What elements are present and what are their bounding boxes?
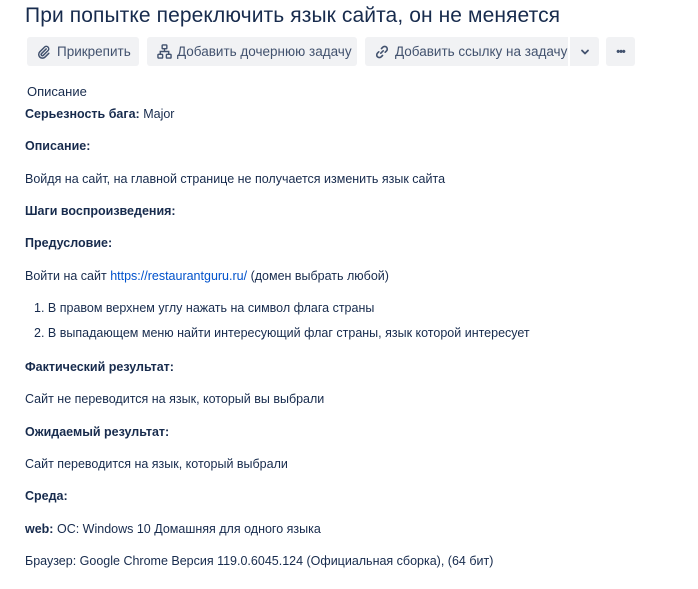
precondition-line: Войти на сайт https://restaurantguru.ru/… [25, 269, 389, 283]
expected-result-heading: Ожидаемый результат: [25, 425, 170, 439]
step-number: 2. [34, 326, 45, 340]
link-issue-label: Добавить ссылку на задачу [395, 44, 568, 59]
more-actions-button[interactable]: ••• [606, 37, 635, 66]
step-number: 1. [34, 301, 45, 315]
severity-line: Серьезность бага: Major [25, 107, 174, 121]
precondition-heading: Предусловие: [25, 236, 113, 250]
add-child-task-label: Добавить дочернюю задачу [177, 44, 352, 59]
step-text: В выпадающем меню найти интересующий фла… [47, 326, 530, 340]
environment-web-line: web: ОС: Windows 10 Домашняя для одного … [25, 522, 321, 536]
description-text: Войдя на сайт, на главной странице не по… [25, 172, 446, 186]
severity-label: Серьезность бага: [25, 107, 140, 121]
actual-result-text: Сайт не переводится на язык, который вы … [25, 392, 325, 406]
add-child-task-button[interactable]: Добавить дочернюю задачу [147, 37, 357, 66]
issue-view: При попытке переключить язык сайта, он н… [0, 0, 698, 589]
expected-result-text: Сайт переводится на язык, который выбрал… [25, 457, 288, 471]
attach-button-label: Прикрепить [57, 44, 131, 59]
paperclip-icon [36, 44, 52, 60]
hierarchy-icon [156, 44, 172, 60]
link-issue-dropdown-button[interactable] [570, 37, 599, 66]
issue-title[interactable]: При попытке переключить язык сайта, он н… [25, 2, 560, 30]
link-issue-button[interactable]: Добавить ссылку на задачу [365, 37, 568, 66]
description-heading: Описание: [25, 139, 91, 153]
chevron-down-icon [580, 47, 590, 57]
link-icon [374, 44, 390, 60]
steps-heading: Шаги воспроизведения: [25, 204, 176, 218]
environment-browser: Браузер: Google Chrome Версия 119.0.6045… [25, 554, 494, 568]
environment-web-value: ОС: Windows 10 Домашняя для одного языка [56, 522, 321, 536]
step-item: 2. В выпадающем меню найти интересующий … [34, 326, 530, 340]
environment-heading: Среда: [25, 489, 68, 503]
description-section-label: Описание [27, 84, 87, 99]
more-icon: ••• [616, 45, 626, 58]
precondition-prefix: Войти на сайт [25, 269, 107, 283]
site-link[interactable]: https://restaurantguru.ru/ [110, 269, 247, 283]
step-text: В правом верхнем углу нажать на символ ф… [47, 301, 375, 315]
attach-button[interactable]: Прикрепить [27, 37, 139, 66]
severity-value: Major [143, 107, 175, 121]
actual-result-heading: Фактический результат: [25, 360, 174, 374]
environment-web-label: web: [25, 522, 54, 536]
step-item: 1. В правом верхнем углу нажать на симво… [34, 301, 374, 315]
precondition-suffix: (домен выбрать любой) [250, 269, 389, 283]
